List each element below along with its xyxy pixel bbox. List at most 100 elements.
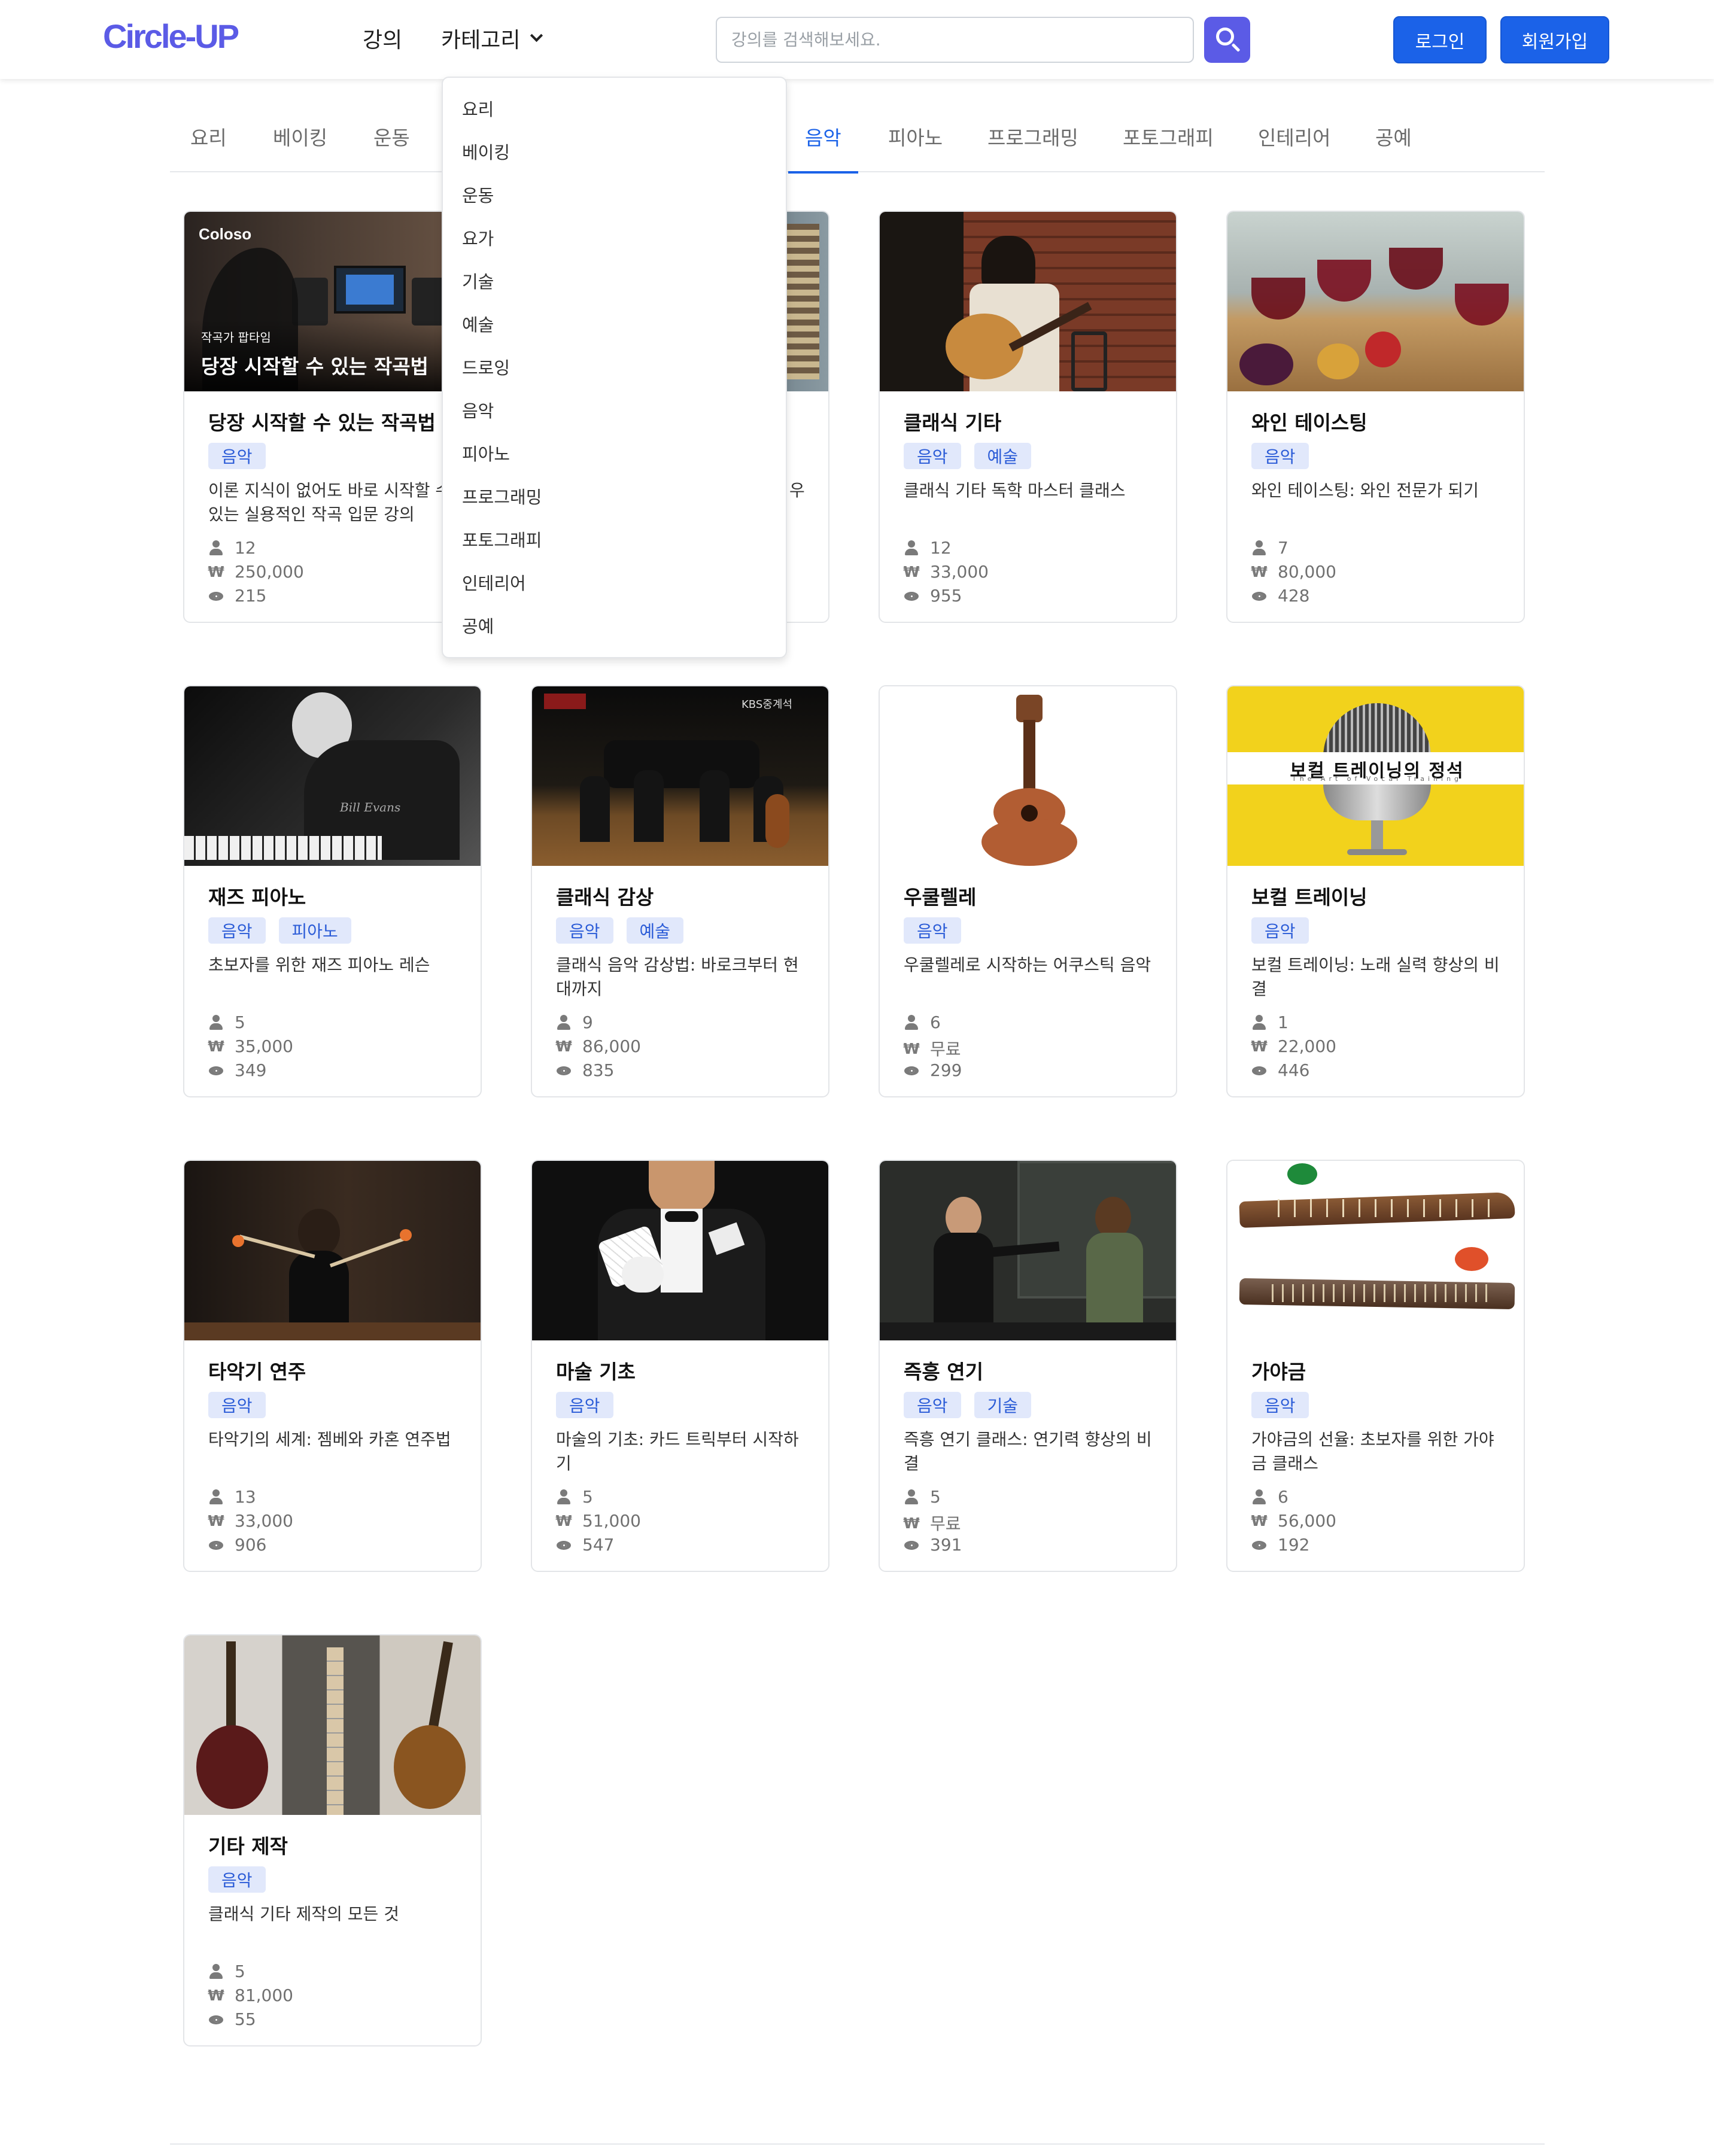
won-icon: ₩ — [1251, 1512, 1268, 1529]
dropdown-item-programming[interactable]: 프로그래밍 — [462, 483, 542, 509]
dropdown-item-cooking[interactable]: 요리 — [462, 96, 494, 121]
course-thumbnail[interactable]: Bill Evans — [184, 686, 481, 866]
course-title[interactable]: 보컬 트레이닝 — [1251, 881, 1367, 910]
course-card[interactable]: 와인 테이스팅 음악 와인 테이스팅: 와인 전문가 되기 7 ₩ 80,000… — [1226, 211, 1525, 623]
top-header: Circle-UP 강의 카테고리 로그인 회원가입 — [0, 0, 1714, 79]
course-card[interactable]: Coloso 작곡가 팝타임 당장 시작할 수 있는 작곡법 당장 시작할 수 … — [183, 211, 482, 623]
site-logo[interactable]: Circle-UP — [103, 17, 239, 56]
course-title[interactable]: 클래식 감상 — [556, 881, 654, 910]
course-thumbnail[interactable] — [1227, 212, 1524, 391]
chevron-down-icon — [530, 29, 543, 42]
view-count: 906 — [208, 1535, 266, 1555]
search-input[interactable] — [716, 17, 1194, 63]
students-value: 12 — [235, 538, 256, 558]
search-icon — [1216, 28, 1234, 45]
course-tags: 음악 — [904, 917, 961, 944]
course-card[interactable]: 마술 기초 음악 마술의 기초: 카드 트릭부터 시작하기 5 ₩ 51,000… — [531, 1160, 829, 1572]
course-title[interactable]: 클래식 기타 — [904, 407, 1001, 436]
tag-badge: 음악 — [904, 1392, 961, 1418]
thumb-subtitle: 작곡가 팝타임 — [201, 330, 271, 345]
course-tags: 음악 예술 — [904, 443, 1032, 469]
dropdown-item-baking[interactable]: 베이킹 — [462, 139, 510, 164]
thumb-title: 당장 시작할 수 있는 작곡법 — [201, 355, 428, 378]
course-card[interactable]: Bill Evans 재즈 피아노 음악 피아노 초보자를 위한 재즈 피아노 레… — [183, 685, 482, 1097]
view-count: 428 — [1251, 586, 1309, 606]
students-count: 5 — [556, 1487, 593, 1507]
course-title[interactable]: 와인 테이스팅 — [1251, 407, 1367, 436]
course-thumbnail[interactable] — [880, 212, 1176, 391]
course-tags: 음악 — [556, 1392, 613, 1418]
nav-courses-link[interactable]: 강의 — [363, 23, 402, 54]
dropdown-item-exercise[interactable]: 운동 — [462, 182, 494, 207]
course-card[interactable]: KBS중계석 클래식 감상 음악 예술 클래식 음악 감상법: 바로크부터 현대까… — [531, 685, 829, 1097]
won-icon: ₩ — [208, 563, 224, 580]
won-icon: ₩ — [555, 1038, 572, 1055]
course-title[interactable]: 즉흥 연기 — [904, 1356, 983, 1385]
nav-category-toggle[interactable]: 카테고리 — [441, 23, 543, 54]
view-count: 299 — [904, 1060, 962, 1080]
tab-interior[interactable]: 인테리어 — [1258, 122, 1330, 172]
tab-crafts[interactable]: 공예 — [1375, 122, 1412, 172]
tab-piano[interactable]: 피아노 — [888, 122, 943, 172]
course-thumbnail[interactable] — [880, 686, 1176, 866]
dropdown-item-yoga[interactable]: 요가 — [462, 225, 494, 250]
dropdown-item-photography[interactable]: 포토그래피 — [462, 527, 542, 552]
course-thumbnail[interactable]: 보컬 트레이닝의 정석 The Art of Vocal Training — [1227, 686, 1524, 866]
students-count: 5 — [904, 1487, 941, 1507]
course-card[interactable]: 우쿨렐레 음악 우쿨렐레로 시작하는 어쿠스틱 음악 6 ₩ 무료 299 — [879, 685, 1177, 1097]
course-thumbnail[interactable] — [184, 1635, 481, 1815]
dropdown-item-interior[interactable]: 인테리어 — [462, 570, 526, 595]
course-card[interactable]: 즉흥 연기 음악 기술 즉흥 연기 클래스: 연기력 향상의 비결 5 ₩ 무료 … — [879, 1160, 1177, 1572]
course-title[interactable]: 기타 제작 — [208, 1830, 288, 1859]
user-icon — [1251, 1489, 1267, 1505]
tab-music[interactable]: 음악 — [788, 122, 858, 174]
eye-icon — [904, 1537, 919, 1553]
dropdown-item-music[interactable]: 음악 — [462, 397, 494, 422]
students-value: 1 — [1278, 1012, 1288, 1032]
course-thumbnail[interactable] — [1227, 1161, 1524, 1340]
login-button[interactable]: 로그인 — [1393, 16, 1487, 63]
course-card[interactable]: 클래식 기타 음악 예술 클래식 기타 독학 마스터 클래스 12 ₩ 33,00… — [879, 211, 1177, 623]
signup-button[interactable]: 회원가입 — [1500, 16, 1609, 63]
course-card[interactable]: 기타 제작 음악 클래식 기타 제작의 모든 것 5 ₩ 81,000 55 — [183, 1634, 482, 2046]
course-card[interactable]: 타악기 연주 음악 타악기의 세계: 젬베와 카혼 연주법 13 ₩ 33,00… — [183, 1160, 482, 1572]
tab-programming[interactable]: 프로그래밍 — [987, 122, 1078, 172]
course-price: ₩ 무료 — [903, 1036, 961, 1060]
course-card[interactable]: 가야금 음악 가야금의 선율: 초보자를 위한 가야금 클래스 6 ₩ 56,0… — [1226, 1160, 1525, 1572]
course-tags: 음악 — [1251, 917, 1309, 944]
course-title[interactable]: 타악기 연주 — [208, 1356, 306, 1385]
course-description: 가야금의 선율: 초보자를 위한 가야금 클래스 — [1251, 1430, 1494, 1473]
course-thumbnail[interactable]: KBS중계석 — [532, 686, 828, 866]
course-title[interactable]: 재즈 피아노 — [208, 881, 306, 910]
course-tags: 음악 기술 — [904, 1392, 1032, 1418]
eye-icon — [1251, 1537, 1267, 1553]
course-title[interactable]: 당장 시작할 수 있는 작곡법 — [208, 407, 436, 436]
user-icon — [208, 1014, 224, 1030]
course-thumbnail[interactable]: Coloso 작곡가 팝타임 당장 시작할 수 있는 작곡법 — [184, 212, 481, 391]
course-title[interactable]: 가야금 — [1251, 1356, 1306, 1385]
course-title[interactable]: 마술 기초 — [556, 1356, 636, 1385]
students-count: 6 — [1251, 1487, 1288, 1507]
course-thumbnail[interactable] — [880, 1161, 1176, 1340]
tab-baking[interactable]: 베이킹 — [273, 122, 327, 172]
price-value: 86,000 — [582, 1036, 641, 1056]
tab-cooking[interactable]: 요리 — [190, 122, 227, 172]
course-card[interactable]: 보컬 트레이닝의 정석 The Art of Vocal Training 보컬… — [1226, 685, 1525, 1097]
course-price: ₩ 250,000 — [208, 562, 304, 582]
dropdown-item-art[interactable]: 예술 — [462, 311, 494, 336]
tab-photography[interactable]: 포토그래피 — [1123, 122, 1214, 172]
course-title[interactable]: 우쿨렐레 — [904, 881, 976, 910]
price-value: 51,000 — [582, 1511, 641, 1531]
search-button[interactable] — [1204, 17, 1250, 63]
eye-icon — [208, 2012, 224, 2027]
dropdown-item-crafts[interactable]: 공예 — [462, 613, 494, 638]
dropdown-item-tech[interactable]: 기술 — [462, 268, 494, 293]
dropdown-item-piano[interactable]: 피아노 — [462, 440, 510, 466]
dropdown-item-drawing[interactable]: 드로잉 — [462, 354, 510, 379]
course-price: ₩ 무료 — [903, 1511, 961, 1535]
eye-icon — [904, 1063, 919, 1078]
course-thumbnail[interactable] — [532, 1161, 828, 1340]
tab-exercise[interactable]: 운동 — [373, 122, 410, 172]
course-thumbnail[interactable] — [184, 1161, 481, 1340]
views-value: 192 — [1278, 1535, 1310, 1555]
